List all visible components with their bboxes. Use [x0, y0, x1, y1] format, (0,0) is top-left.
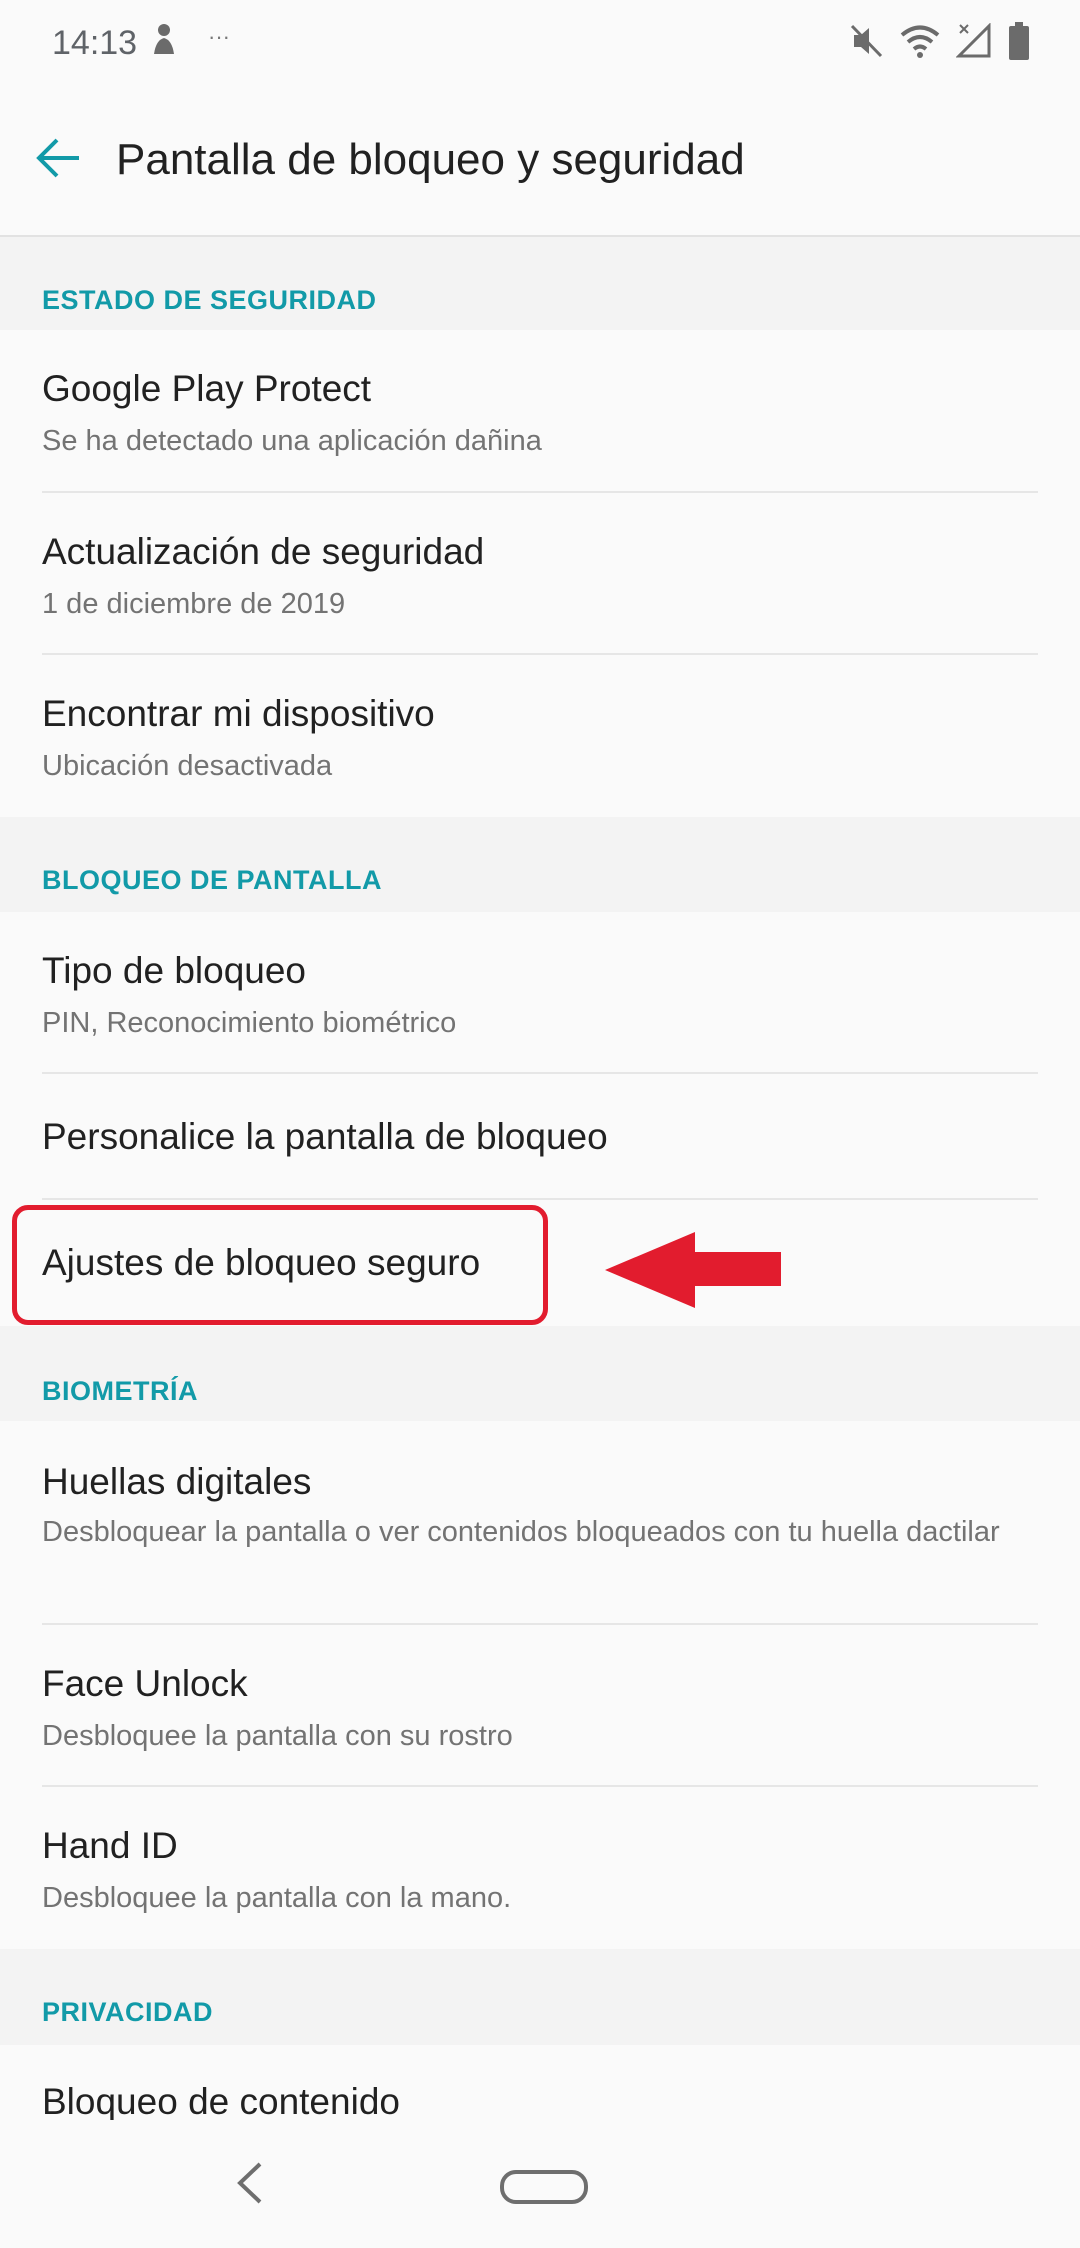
notification-person-icon [150, 22, 178, 61]
item-subtitle: Desbloquee la pantalla con la mano. [42, 1882, 512, 1914]
section-title: BIOMETRÍA [42, 1376, 198, 1406]
section-header-security-status: ESTADO DE SEGURIDAD [0, 237, 1080, 330]
nav-home-button[interactable] [500, 2170, 588, 2204]
item-title: Actualización de seguridad [42, 531, 485, 572]
list-item-hand-id[interactable]: Hand ID Desbloquee la pantalla con la ma… [0, 1787, 1080, 1949]
item-title: Encontrar mi dispositivo [42, 693, 435, 734]
app-bar: Pantalla de bloqueo y seguridad [0, 90, 1080, 237]
navigation-bar [0, 2120, 1080, 2248]
section-header-screen-lock: BLOQUEO DE PANTALLA [0, 817, 1080, 912]
section-title: BLOQUEO DE PANTALLA [42, 865, 382, 895]
section-title: PRIVACIDAD [42, 1997, 214, 2027]
status-icons [850, 22, 1030, 65]
list-item-face-unlock[interactable]: Face Unlock Desbloquee la pantalla con s… [0, 1625, 1080, 1787]
item-subtitle: Desbloquee la pantalla con su rostro [42, 1720, 513, 1752]
section-title: ESTADO DE SEGURIDAD [42, 285, 377, 315]
status-time: 14:13 [52, 24, 138, 62]
red-arrow-annotation [605, 1230, 785, 1315]
back-button[interactable] [28, 130, 88, 190]
list-item-security-update[interactable]: Actualización de seguridad 1 de diciembr… [0, 493, 1080, 655]
item-subtitle: Se ha detectado una aplicación dañina [42, 425, 542, 457]
item-subtitle: 1 de diciembre de 2019 [42, 588, 346, 620]
status-bar: 14:13 ··· [0, 0, 1080, 90]
arrow-back-icon [35, 137, 81, 184]
list-item-customize-lock-screen[interactable]: Personalice la pantalla de bloqueo [0, 1074, 1080, 1200]
list-item-find-my-device[interactable]: Encontrar mi dispositivo Ubicación desac… [0, 655, 1080, 817]
highlight-box-annotation [12, 1205, 548, 1325]
item-title: Huellas digitales [42, 1461, 312, 1502]
list-item-fingerprints[interactable]: Huellas digitales Desbloquear la pantall… [0, 1421, 1080, 1625]
item-title: Hand ID [42, 1825, 178, 1866]
section-header-biometrics: BIOMETRÍA [0, 1326, 1080, 1421]
wifi-icon [900, 24, 940, 63]
list-item-google-play-protect[interactable]: Google Play Protect Se ha detectado una … [0, 330, 1080, 493]
chevron-left-icon [232, 2162, 268, 2212]
list-item-lock-type[interactable]: Tipo de bloqueo PIN, Reconocimiento biom… [0, 912, 1080, 1074]
no-signal-icon [955, 22, 992, 64]
item-title: Face Unlock [42, 1663, 248, 1704]
page-title: Pantalla de bloqueo y seguridad [116, 135, 745, 184]
section-header-privacy: PRIVACIDAD [0, 1949, 1080, 2045]
item-subtitle: Desbloquear la pantalla o ver contenidos… [42, 1516, 1000, 1548]
battery-icon [1008, 22, 1030, 65]
status-extra-indicator: ··· [208, 24, 230, 49]
item-title: Tipo de bloqueo [42, 950, 307, 991]
mute-icon [850, 23, 884, 64]
nav-back-button[interactable] [232, 2158, 268, 2213]
item-subtitle: Ubicación desactivada [42, 750, 333, 782]
item-title: Google Play Protect [42, 368, 372, 409]
item-subtitle: PIN, Reconocimiento biométrico [42, 1007, 457, 1039]
item-title: Personalice la pantalla de bloqueo [42, 1116, 608, 1157]
item-title: Bloqueo de contenido [42, 2081, 400, 2122]
